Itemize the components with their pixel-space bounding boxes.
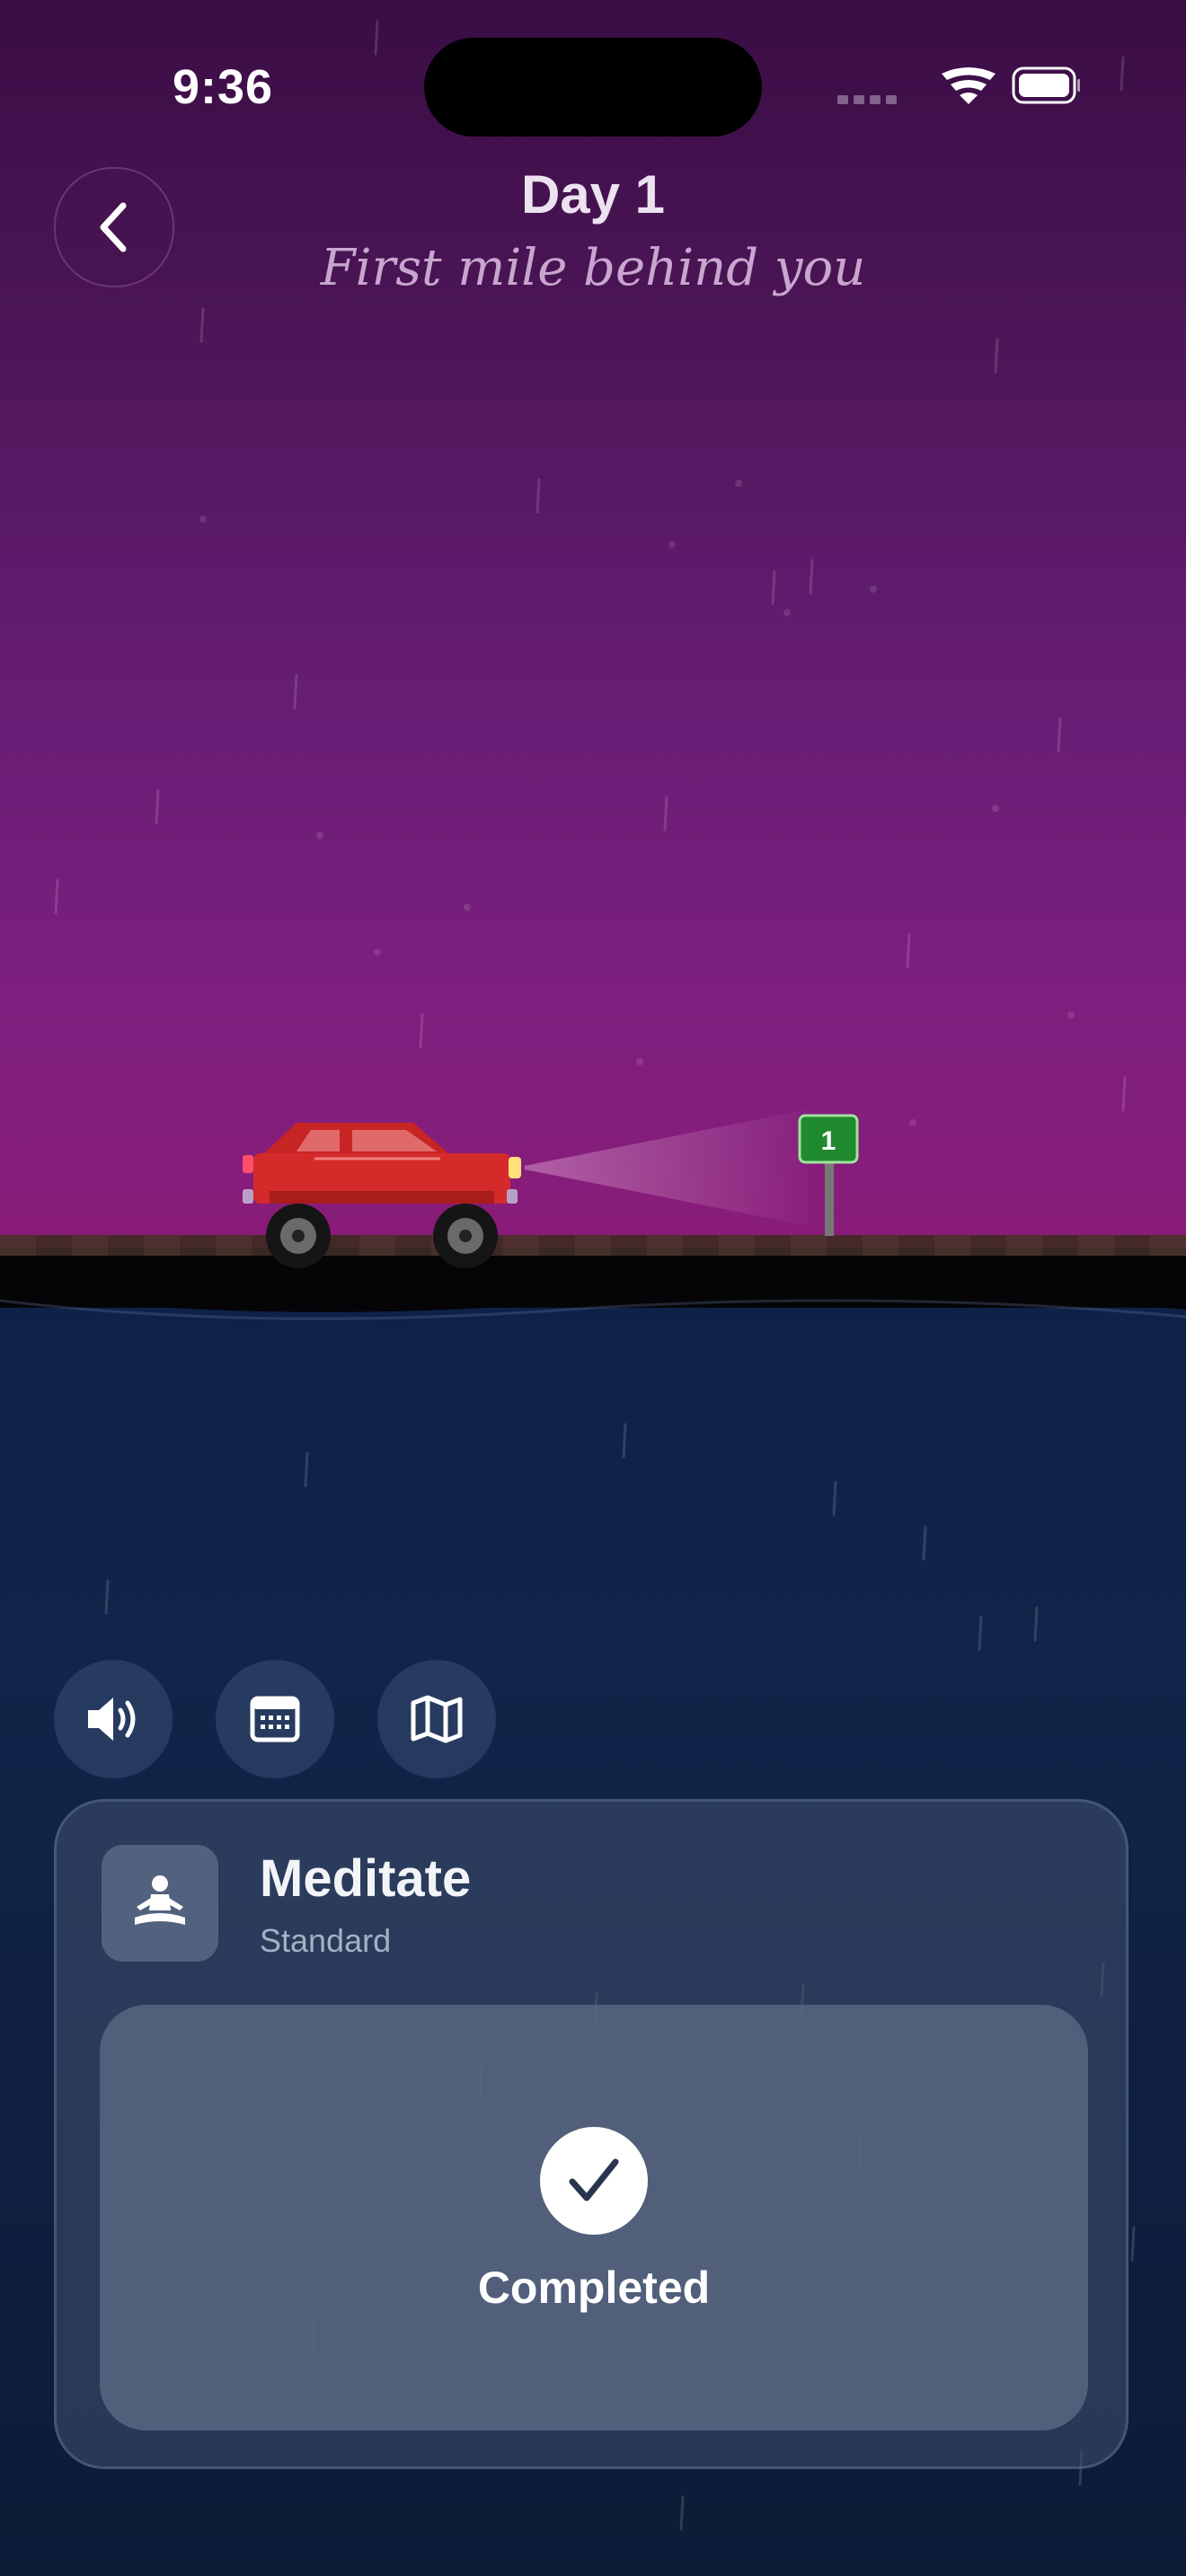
page-title: Day 1 [520, 164, 666, 225]
completed-label: Completed [477, 2263, 711, 2313]
mile-sign-number: 1 [821, 1126, 836, 1156]
status-icons [837, 65, 1081, 114]
meditate-icon [135, 1875, 185, 1925]
mile-sign-post [825, 1159, 834, 1236]
task-subtitle: Standard [260, 1922, 392, 1959]
completed-panel[interactable]: Completed [100, 2005, 1088, 2430]
sound-button[interactable] [54, 1660, 173, 1778]
calendar-button[interactable] [216, 1660, 334, 1778]
dynamic-island [424, 38, 762, 137]
cellular-signal-icon [837, 95, 897, 104]
check-circle [540, 2127, 648, 2235]
map-button[interactable] [377, 1660, 496, 1778]
calendar-icon [250, 1696, 300, 1742]
battery-icon [1012, 66, 1081, 104]
headlight-beam [525, 1109, 809, 1226]
map-icon [411, 1695, 463, 1743]
red-car [243, 1123, 521, 1268]
task-title: Meditate [260, 1849, 472, 1908]
task-card: Meditate Standard Completed [54, 1799, 1128, 2469]
task-icon-tile [102, 1845, 218, 1962]
status-time: 9:36 [173, 60, 274, 114]
checkmark-icon [569, 2158, 619, 2201]
speaker-icon [88, 1698, 136, 1741]
wifi-icon [942, 67, 996, 104]
page-subtitle: First mile behind you [320, 239, 866, 297]
road-scene: 1 [243, 1109, 859, 1268]
